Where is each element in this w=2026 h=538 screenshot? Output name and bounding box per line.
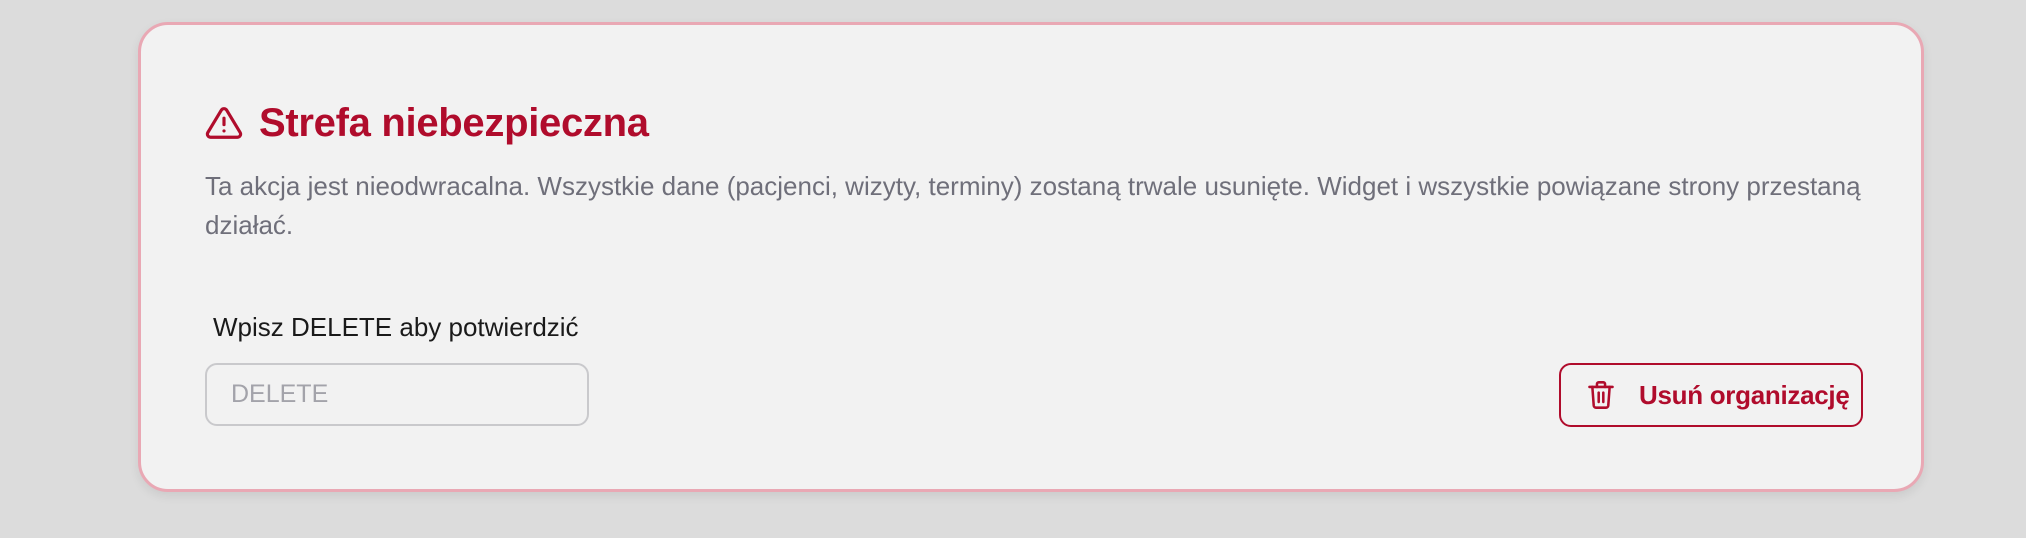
confirm-delete-input[interactable] [205, 363, 589, 426]
delete-organization-button[interactable]: Usuń organizację [1559, 363, 1863, 427]
trash-icon [1587, 380, 1615, 410]
danger-zone-panel: Strefa niebezpieczna Ta akcja jest nieod… [138, 22, 1924, 492]
warning-triangle-icon [205, 104, 243, 142]
danger-zone-title: Strefa niebezpieczna [259, 101, 649, 145]
danger-zone-header: Strefa niebezpieczna [205, 99, 649, 147]
confirm-delete-label: Wpisz DELETE aby potwierdzić [213, 312, 579, 342]
danger-zone-description: Ta akcja jest nieodwracalna. Wszystkie d… [205, 171, 1861, 240]
delete-organization-label: Usuń organizację [1639, 379, 1850, 410]
